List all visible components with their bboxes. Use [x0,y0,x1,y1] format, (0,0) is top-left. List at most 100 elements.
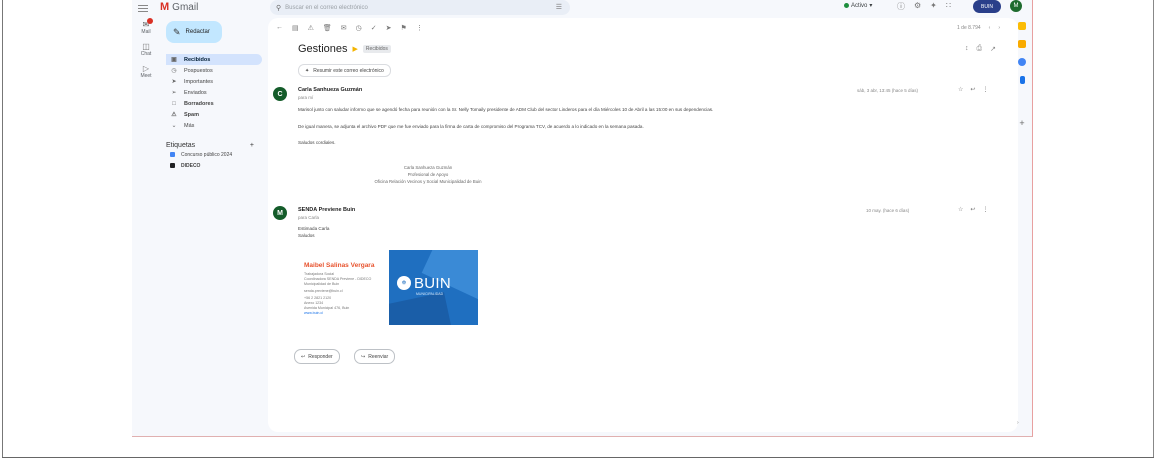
star-icon[interactable]: ☆ [958,206,963,213]
sidebar-item-sent[interactable]: ➢ Enviados [166,87,262,98]
keep-icon[interactable] [1018,40,1026,48]
chat-icon: ◫ [142,42,150,51]
reply-icon[interactable]: ↩ [970,86,975,93]
pencil-icon: ✎ [173,26,181,37]
report-spam-icon[interactable]: ⚠ [308,24,314,32]
snooze-icon[interactable]: ◷ [356,24,362,32]
expand-icon[interactable]: ↕ [965,45,969,53]
search-icon: ⚲ [276,4,282,12]
sender-name[interactable]: SENDA Previene Buin [298,207,355,213]
recipient-line[interactable]: para Carla [298,215,319,220]
signature-name: Maibel Salinas Vergara [304,262,375,269]
more-vert-icon[interactable]: ⋮ [982,206,988,213]
sender-avatar[interactable]: C [273,87,287,101]
sidebar-item-more[interactable]: ⌄ Más [166,120,262,131]
search-options-icon[interactable]: ☰ [556,3,562,11]
signature-detail: Municipalidad de Buin [304,282,340,286]
star-icon[interactable]: ☆ [958,86,963,93]
chevron-right-icon[interactable]: › [998,25,1000,31]
apps-grid-icon[interactable]: ∷ [946,1,951,12]
sidebar-item-important[interactable]: ➤ Importantes [166,76,262,87]
scan-border-right [1153,0,1154,458]
sidebar-item-label: Spam [184,111,199,118]
label-icon[interactable]: ⚑ [401,24,407,32]
sidebar-item-drafts[interactable]: □ Borradores [166,98,262,109]
reply-button[interactable]: ↩ Responder [294,349,340,364]
reply-icon[interactable]: ↩ [970,206,975,213]
more-options-icon[interactable]: ⋮ [416,24,423,32]
important-marker-icon[interactable]: ▶ [353,45,358,53]
rail-meet[interactable]: ▷ Meet [132,64,160,79]
spam-icon: ⚠ [171,112,177,118]
signature-web-link[interactable]: www.buin.cl [304,311,323,315]
forward-button[interactable]: ↪ Reenviar [354,349,396,364]
scan-border-bottom [2,457,1154,458]
status-label: Activo [851,2,868,9]
sidebar-item-snoozed[interactable]: ◷ Pospuestos [166,65,262,76]
sender-avatar[interactable]: M [273,206,287,220]
body-paragraph: Estimada Carla [298,226,330,231]
sidebar-item-label: Pospuestos [184,67,213,74]
add-task-icon[interactable]: ✓ [371,24,377,32]
inbox-tag[interactable]: Recibidos [362,45,391,53]
more-vert-icon[interactable]: ⋮ [982,86,988,93]
sidebar-item-label: Recibidos [184,56,211,63]
sender-name[interactable]: Carla Sanhueza Guzmán [298,87,362,93]
search-input[interactable]: ⚲ Buscar en el correo electrónico ☰ [270,0,570,15]
tasks-icon[interactable] [1018,58,1026,66]
body-paragraph: Marisol junto con saludar informo que se… [298,107,714,112]
chevron-left-icon[interactable]: ‹ [989,25,991,31]
contacts-icon[interactable] [1019,76,1025,84]
gmail-logo[interactable]: M Gmail [160,1,198,13]
rail-mail[interactable]: ✉ Mail [132,18,160,35]
calendar-icon[interactable] [1018,22,1026,30]
settings-icon[interactable]: ⚙ [914,1,921,12]
status-indicator[interactable]: Activo ▾ [844,2,872,9]
print-icon[interactable]: ⎙ [977,45,983,53]
video-icon: ▷ [142,64,150,73]
signature-email-link[interactable]: senda.previene@buin.cl [304,289,343,293]
sidebar-item-spam[interactable]: ⚠ Spam [166,109,262,120]
left-rail: ✉ Mail ◫ Chat ▷ Meet [132,18,160,86]
rail-chat[interactable]: ◫ Chat [132,42,160,57]
body-paragraph: Saludos [298,233,315,238]
signature-detail: +56 2 2821 2120 [304,296,332,300]
sidebar-item-label: Más [184,122,195,129]
recipient-line[interactable]: para mí [298,95,313,100]
chevron-down-icon: ▾ [869,3,873,9]
thread-subject: Gestiones ▶ Recibidos [298,43,391,55]
move-to-icon[interactable]: ➤ [386,24,392,32]
add-addon-icon[interactable]: + [1013,118,1031,128]
email-signature-card: Maibel Salinas Vergara Trabajadora Socia… [298,250,478,325]
organization-logo[interactable]: BUIN [973,0,1001,13]
summarize-button[interactable]: ✦ Resumir este correo electrónico [298,64,391,77]
reading-pane: ← ▤ ⚠ 🗑 ✉ ◷ ✓ ➤ ⚑ ⋮ 1 de 8.794 ‹ › Gesti… [268,18,1018,432]
mark-unread-icon[interactable]: ✉ [341,24,347,32]
search-placeholder: Buscar en el correo electrónico [285,4,368,11]
compose-button[interactable]: ✎ Redactar [166,21,222,43]
label-name: Concurso público 2024 [181,151,233,158]
signature-line: Carla Sanhueza Guzmán [403,165,453,170]
delete-icon[interactable]: 🗑 [323,24,332,32]
rail-meet-label: Meet [140,73,152,79]
draft-icon: □ [172,100,176,107]
account-avatar[interactable]: M [1010,0,1022,12]
archive-icon[interactable]: ▤ [292,24,299,32]
mail-icon: ✉ [142,20,150,29]
scroll-indicator-icon[interactable]: › [1017,420,1019,426]
buin-crest-icon: ♔ [397,276,411,290]
label-item[interactable]: DIDECO [166,160,262,171]
logo-text: BUIN [414,275,452,292]
help-icon[interactable]: ⓘ [897,1,905,12]
back-arrow-icon[interactable]: ← [276,24,283,32]
hamburger-menu-icon[interactable] [138,3,148,13]
gemini-icon[interactable]: ✦ [930,1,937,12]
sidebar-item-inbox[interactable]: ▣ Recibidos [166,54,262,65]
rail-mail-label: Mail [141,29,151,35]
sidebar-nav: ✎ Redactar ▣ Recibidos ◷ Pospuestos ➤ Im… [166,21,262,171]
label-item[interactable]: Concurso público 2024 [166,149,262,160]
add-label-icon[interactable]: + [250,142,254,149]
pager: 1 de 8.794 ‹ › [957,25,1000,31]
reply-icon: ↩ [301,353,306,360]
open-new-window-icon[interactable]: ↗ [990,45,996,53]
